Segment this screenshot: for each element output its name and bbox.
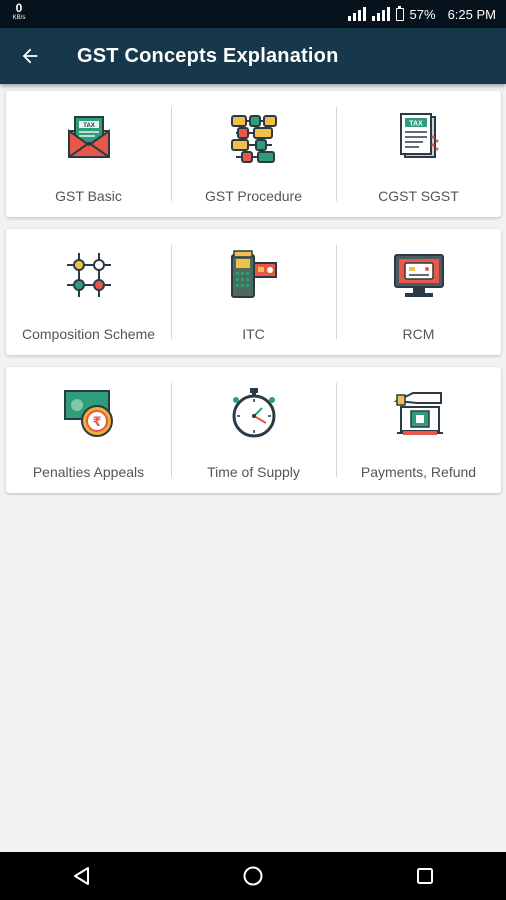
network-speed-value: 0 (15, 1, 23, 15)
tile-time-of-supply[interactable]: Time of Supply (171, 367, 336, 493)
system-nav-bar (0, 852, 506, 900)
tile-label: Composition Scheme (21, 326, 156, 342)
grid-row-2: Composition Scheme ITC RCM (6, 229, 501, 355)
tile-gst-basic[interactable]: TAX GST Basic (6, 91, 171, 217)
tile-payments-refund[interactable]: Payments, Refund (336, 367, 501, 493)
circle-home-icon (243, 866, 263, 886)
status-right: 57% 6:25 PM (347, 0, 496, 28)
square-recents-icon (417, 868, 433, 884)
tile-label: Penalties Appeals (32, 464, 145, 480)
network-speed: 0 KB/s (8, 2, 30, 21)
tile-penalties-appeals[interactable]: ₹ Penalties Appeals (6, 367, 171, 493)
tile-gst-procedure[interactable]: GST Procedure (171, 91, 336, 217)
battery-icon (395, 5, 404, 21)
svg-text:TAX: TAX (83, 123, 95, 129)
svg-text:₹: ₹ (92, 415, 101, 430)
nav-recents-button[interactable] (405, 860, 445, 892)
tile-label: ITC (242, 326, 265, 342)
triangle-back-icon (74, 867, 89, 885)
nav-back-button[interactable] (62, 860, 102, 892)
network-nodes-icon (67, 253, 111, 297)
tile-cgst-sgst[interactable]: TAX CGST SGST (336, 91, 501, 217)
app-bar: GST Concepts Explanation (0, 28, 506, 84)
battery-percent: 57% (409, 6, 436, 22)
tile-label: Time of Supply (207, 464, 300, 480)
computer-card-icon (394, 254, 444, 297)
stopwatch-icon (232, 388, 276, 438)
status-bar: 0 KB/s 57% 6:25 PM (0, 0, 506, 28)
arrow-back-icon (22, 48, 38, 64)
tax-document-icon: TAX (400, 113, 439, 158)
tile-composition-scheme[interactable]: Composition Scheme (6, 229, 171, 355)
tile-itc[interactable]: ITC (171, 229, 336, 355)
tile-label: Payments, Refund (360, 464, 477, 480)
tile-rcm[interactable]: RCM (336, 229, 501, 355)
back-button[interactable] (14, 40, 46, 72)
tax-envelope-icon: TAX (68, 116, 110, 158)
clock: 6:25 PM (447, 6, 496, 22)
tile-label: RCM (402, 326, 435, 342)
page-title: GST Concepts Explanation (77, 45, 339, 67)
signal-icon-2 (371, 7, 390, 21)
svg-text:TAX: TAX (409, 121, 423, 128)
tile-label: CGST SGST (378, 188, 459, 204)
flowchart-icon (231, 115, 277, 163)
nav-home-button[interactable] (233, 860, 273, 892)
grid-row-3: ₹ Penalties Appeals Time of Supply Payme… (6, 367, 501, 493)
card-machine-icon (231, 250, 277, 298)
network-speed-unit: KB/s (12, 15, 26, 21)
grid-row-1: TAX GST Basic GST Procedure TAX CGST SGS… (6, 91, 501, 217)
hand-payment-icon (393, 392, 443, 435)
rupee-coin-note-icon: ₹ (64, 390, 113, 437)
tile-label: GST Procedure (204, 188, 302, 204)
tile-label: GST Basic (55, 188, 122, 204)
signal-icon (347, 7, 366, 21)
